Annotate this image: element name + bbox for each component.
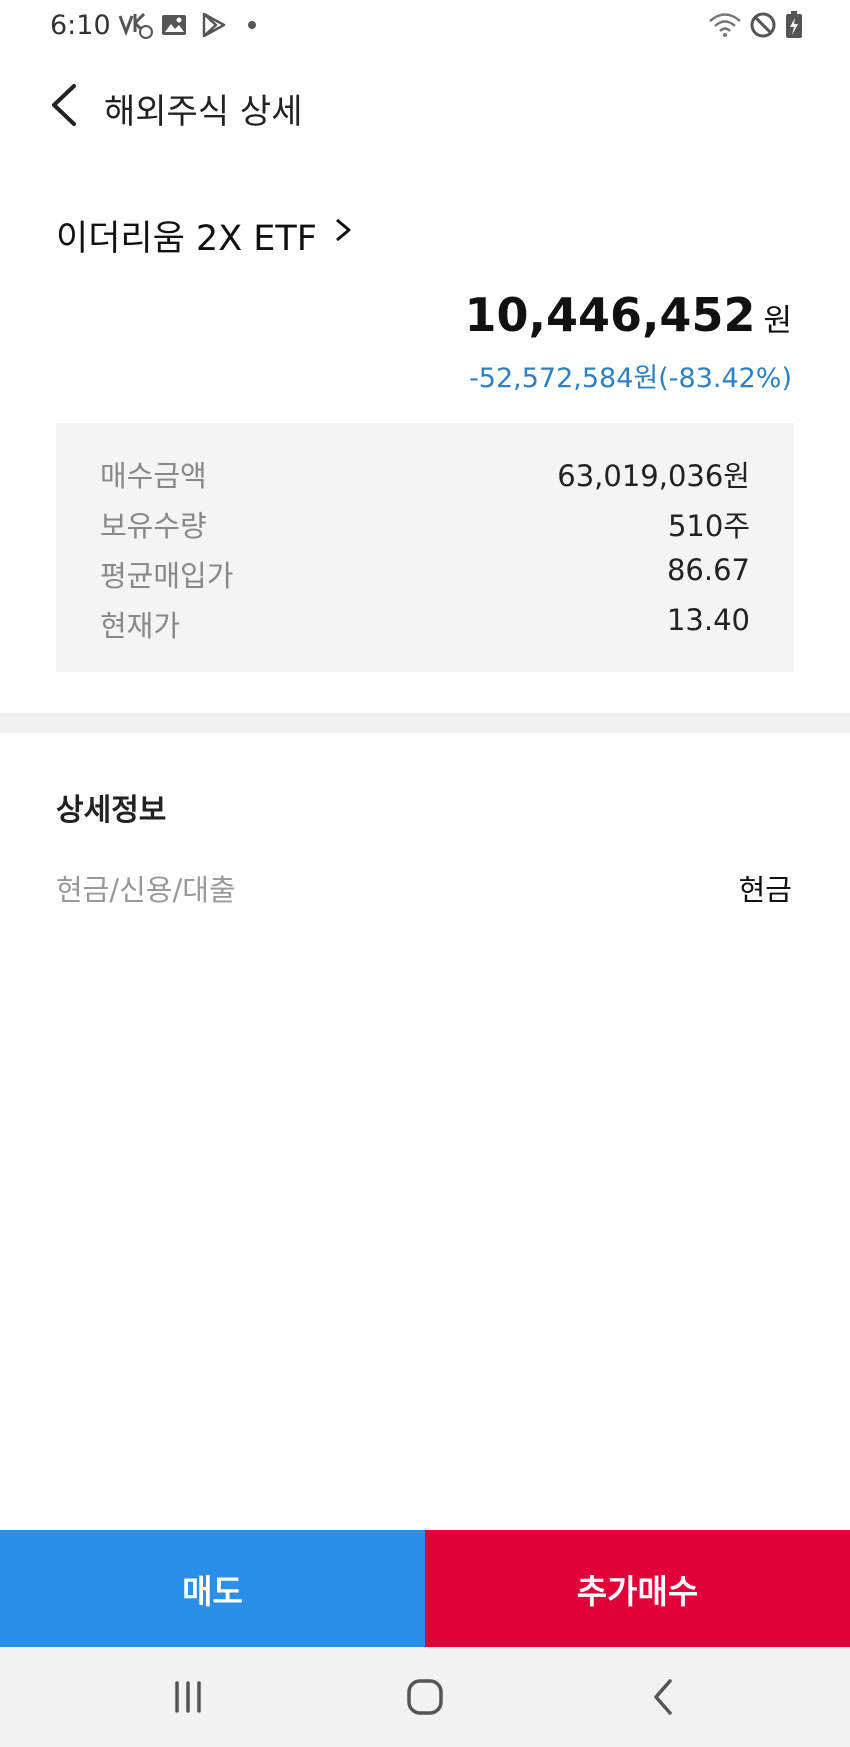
- recent-apps-icon[interactable]: [158, 1675, 218, 1719]
- summary-value: 510주: [667, 509, 750, 543]
- detail-value: 현금: [738, 873, 792, 907]
- total-value: 10,446,452: [464, 288, 756, 342]
- volte-icon: [118, 12, 153, 39]
- back-arrow-icon[interactable]: [40, 80, 90, 130]
- sell-button[interactable]: 매도: [0, 1530, 425, 1647]
- profit-loss: -52,572,584원(-83.42%): [469, 363, 792, 394]
- status-time: 6:10: [50, 10, 111, 41]
- back-icon[interactable]: [634, 1675, 694, 1719]
- page-title: 해외주식 상세: [104, 92, 303, 132]
- header: 해외주식 상세: [0, 60, 850, 150]
- battery-charging-icon: [786, 11, 802, 38]
- total-unit: 원: [763, 303, 792, 339]
- section-divider: [0, 713, 850, 733]
- wifi-icon: [709, 13, 741, 37]
- image-icon: [162, 15, 186, 35]
- total-valuation: 10,446,452 원: [464, 288, 792, 342]
- summary-value: 86.67: [666, 553, 750, 587]
- chevron-right-icon[interactable]: [332, 212, 356, 248]
- system-nav-bar: [0, 1647, 850, 1747]
- status-bar: 6:10: [0, 0, 850, 52]
- notification-dot: [248, 21, 256, 29]
- screen: 6:10 해외주식 상세 이더리움 2X ETF 10,446,452 원 -5…: [0, 0, 850, 1747]
- summary-label: 현재가: [100, 609, 181, 643]
- summary-value: 63,019,036원: [557, 459, 750, 493]
- buy-more-button[interactable]: 추가매수: [425, 1530, 850, 1647]
- summary-row-average-price: 평균매입가 86.67: [100, 553, 750, 593]
- summary-row-quantity: 보유수량 510주: [100, 503, 750, 543]
- details-section-title: 상세정보: [56, 793, 167, 828]
- do-not-disturb-icon: [750, 12, 776, 38]
- stock-name-link[interactable]: 이더리움 2X ETF: [56, 210, 317, 261]
- summary-value: 13.40: [666, 603, 750, 637]
- detail-label: 현금/신용/대출: [56, 873, 236, 907]
- detail-row-account-type: 현금/신용/대출 현금: [56, 867, 792, 907]
- summary-label: 평균매입가: [100, 559, 234, 593]
- home-icon[interactable]: [395, 1675, 455, 1719]
- summary-row-current-price: 현재가 13.40: [100, 603, 750, 643]
- summary-label: 보유수량: [100, 509, 207, 543]
- summary-label: 매수금액: [100, 459, 207, 493]
- holding-summary: 매수금액 63,019,036원 보유수량 510주 평균매입가 86.67 현…: [56, 423, 794, 672]
- summary-row-purchase-amount: 매수금액 63,019,036원: [100, 453, 750, 493]
- play-store-icon: [202, 12, 226, 38]
